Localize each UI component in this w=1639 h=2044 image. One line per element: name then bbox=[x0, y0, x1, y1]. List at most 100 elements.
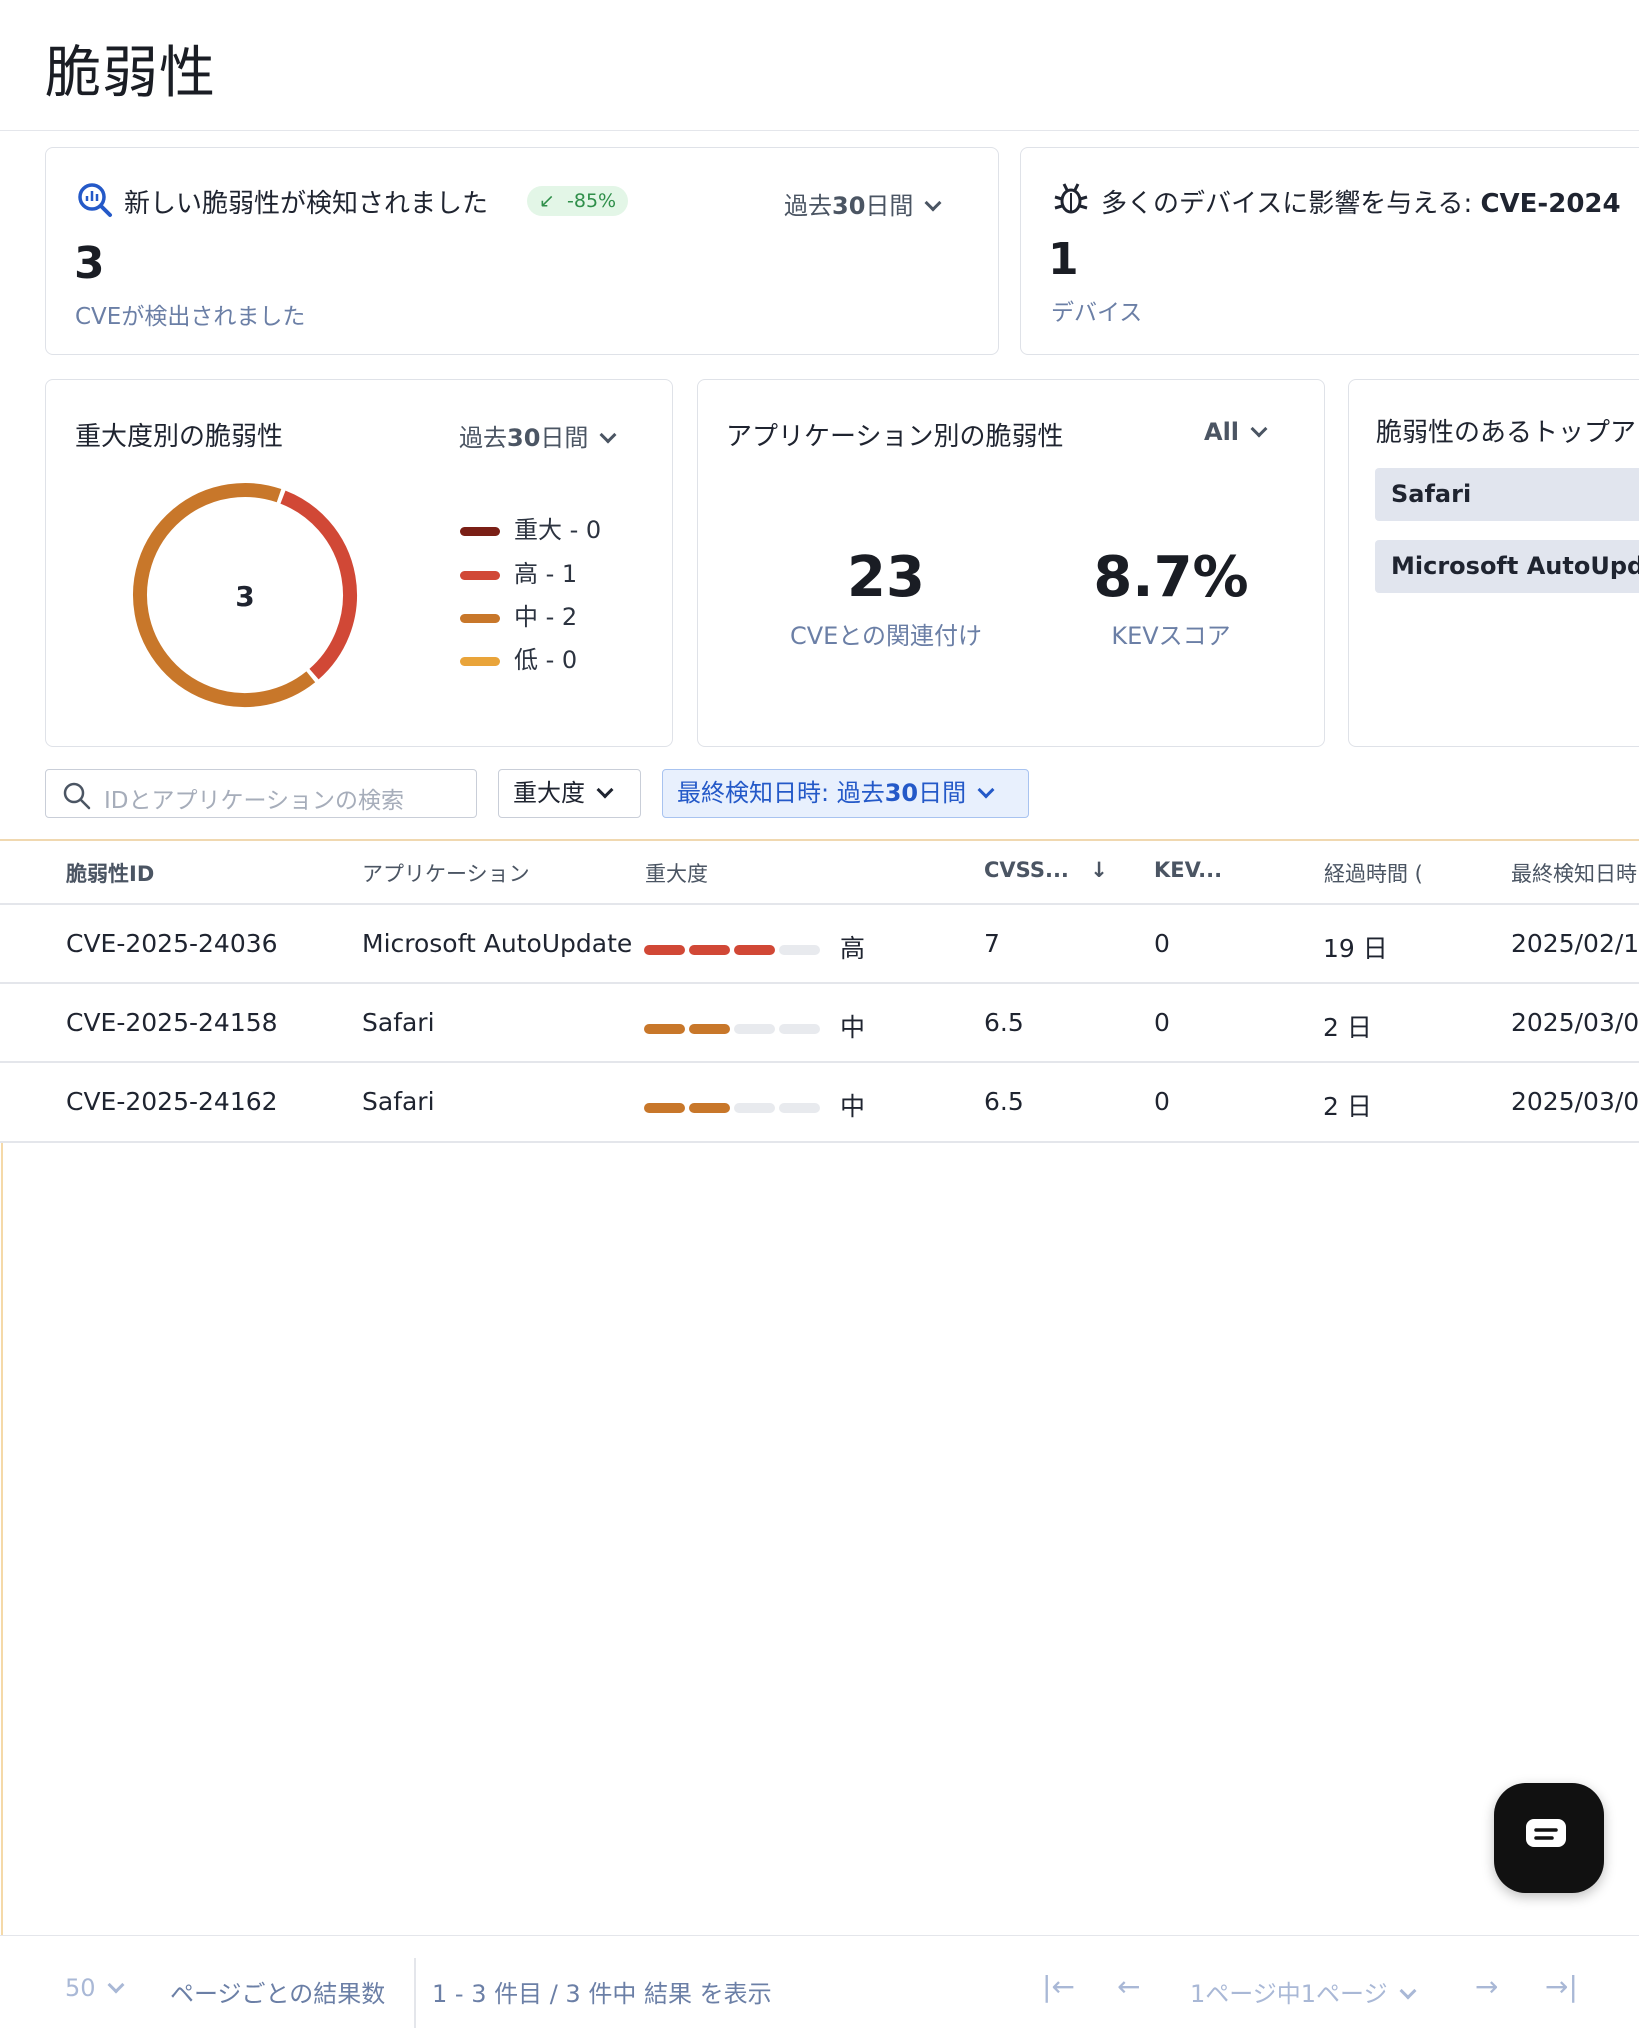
severity-label: 高 bbox=[839, 934, 865, 963]
chevron-down-icon bbox=[1250, 420, 1268, 438]
cell-app: Microsoft AutoUpdate bbox=[362, 929, 633, 958]
page-size-label: ページごとの結果数 bbox=[170, 1980, 386, 2008]
col-header-severity[interactable]: 重大度 bbox=[645, 858, 708, 888]
devices-title-prefix: 多くのデバイスに影響を与える: bbox=[1101, 189, 1481, 219]
chat-button[interactable] bbox=[1494, 1783, 1604, 1893]
period-prefix: 過去 bbox=[784, 192, 832, 220]
trend-down-icon: ↙ bbox=[539, 190, 555, 212]
cell-vuln-id[interactable]: CVE-2025-24158 bbox=[66, 1008, 278, 1037]
new-vulns-label: CVEが検出されました bbox=[75, 304, 306, 330]
app-filter-dropdown[interactable]: All bbox=[1204, 418, 1268, 446]
cell-last-detected: 2025/02/1 bbox=[1511, 929, 1639, 958]
severity-bar-segment bbox=[644, 1103, 685, 1113]
severity-filter-button[interactable]: 重大度 bbox=[498, 769, 641, 818]
kev-score-value: 8.7% bbox=[1093, 545, 1249, 610]
legend-swatch bbox=[460, 613, 500, 623]
last-detected-bold: 30 bbox=[884, 779, 919, 807]
legend-label: 重大 - 0 bbox=[514, 516, 602, 544]
app-filter-value: All bbox=[1204, 418, 1240, 446]
search-input[interactable]: IDとアプリケーションの検索 bbox=[45, 769, 477, 818]
col-header-cvss-label: CVSS... bbox=[984, 858, 1069, 882]
legend-label: 低 - 0 bbox=[514, 646, 578, 674]
cell-cvss: 6.5 bbox=[984, 1008, 1024, 1037]
legend-item-low: 低 - 0 bbox=[460, 640, 577, 675]
delta-badge: ↙ -85% bbox=[527, 186, 629, 216]
cell-kev: 0 bbox=[1154, 1087, 1170, 1116]
cell-vuln-id[interactable]: CVE-2025-24036 bbox=[66, 929, 278, 958]
new-vulns-title: 新しい脆弱性が検知されました bbox=[124, 189, 489, 219]
cell-severity: 中 bbox=[644, 1008, 865, 1044]
donut-slice-中 bbox=[133, 483, 316, 707]
severity-bar-segment bbox=[689, 1024, 730, 1034]
period-bold: 30 bbox=[507, 424, 541, 452]
severity-bar-segment bbox=[644, 945, 685, 955]
donut-slice-高 bbox=[280, 490, 357, 680]
page-title: 脆弱性 bbox=[45, 41, 216, 106]
page-select-dropdown[interactable]: 1ページ中1ページ bbox=[1190, 1974, 1417, 2009]
cell-elapsed: 19 日 bbox=[1323, 934, 1388, 963]
last-page-icon[interactable]: →| bbox=[1545, 1970, 1578, 2003]
col-header-cvss[interactable]: CVSS... ↓ bbox=[984, 858, 1108, 882]
first-page-icon[interactable]: |← bbox=[1042, 1970, 1075, 2003]
legend-item-high: 高 - 1 bbox=[460, 554, 577, 589]
col-header-app[interactable]: アプリケーション bbox=[362, 858, 530, 888]
period-suffix: 日間 bbox=[865, 192, 914, 220]
col-header-last-detected[interactable]: 最終検知日時 bbox=[1511, 858, 1637, 888]
cell-cvss: 7 bbox=[984, 929, 1000, 958]
severity-period-dropdown[interactable]: 過去30日間 bbox=[459, 418, 617, 453]
severity-bar-segment bbox=[734, 1024, 775, 1034]
legend-swatch bbox=[460, 526, 500, 536]
cve-associations-label: CVEとの関連付け bbox=[789, 622, 983, 650]
devices-title: 多くのデバイスに影響を与える: CVE-2024 bbox=[1101, 183, 1621, 220]
prev-page-icon[interactable]: ← bbox=[1117, 1970, 1140, 2003]
legend-item-medium: 中 - 2 bbox=[460, 597, 577, 632]
severity-bar-segment bbox=[779, 945, 820, 955]
col-header-kev[interactable]: KEV... bbox=[1154, 858, 1222, 882]
severity-bar-segment bbox=[779, 1103, 820, 1113]
app-vulns-title: アプリケーション別の脆弱性 bbox=[726, 422, 1064, 452]
chevron-down-icon bbox=[107, 1976, 125, 1994]
row-divider bbox=[0, 1141, 1639, 1143]
period-suffix: 日間 bbox=[540, 424, 589, 452]
chevron-down-icon bbox=[599, 426, 617, 444]
cell-kev: 0 bbox=[1154, 929, 1170, 958]
delta-value: -85% bbox=[567, 190, 617, 212]
chevron-down-icon bbox=[1399, 1982, 1417, 2000]
last-detected-filter-button[interactable]: 最終検知日時: 過去30日間 bbox=[662, 769, 1029, 818]
cell-last-detected: 2025/03/0 bbox=[1511, 1087, 1639, 1116]
cell-app: Safari bbox=[362, 1087, 435, 1116]
col-header-id[interactable]: 脆弱性ID bbox=[66, 858, 154, 888]
cell-severity: 高 bbox=[644, 929, 865, 965]
devices-value: 1 bbox=[1048, 234, 1079, 285]
footer-vertical-divider bbox=[414, 1958, 416, 2028]
col-header-elapsed[interactable]: 経過時間 ( bbox=[1324, 858, 1423, 888]
period-prefix: 過去 bbox=[459, 424, 507, 452]
cve-associations-value: 23 bbox=[847, 545, 925, 610]
sort-down-icon: ↓ bbox=[1090, 858, 1108, 882]
top-app-item[interactable]: Microsoft AutoUpdate bbox=[1375, 540, 1639, 593]
severity-label: 中 bbox=[839, 1092, 865, 1121]
legend-swatch bbox=[460, 570, 500, 580]
row-divider bbox=[0, 982, 1639, 984]
cell-kev: 0 bbox=[1154, 1008, 1170, 1037]
legend-label: 中 - 2 bbox=[514, 603, 578, 631]
last-detected-suffix: 日間 bbox=[918, 779, 967, 807]
kev-score-label: KEVスコア bbox=[1111, 622, 1231, 650]
last-detected-prefix: 最終検知日時: 過去 bbox=[677, 779, 885, 807]
severity-filter-label: 重大度 bbox=[513, 779, 585, 807]
page-size-dropdown[interactable]: 50 bbox=[65, 1974, 125, 2002]
cell-severity: 中 bbox=[644, 1087, 865, 1123]
cell-vuln-id[interactable]: CVE-2025-24162 bbox=[66, 1087, 278, 1116]
results-range: 1 - 3 件目 / 3 件中 結果 を表示 bbox=[432, 1980, 772, 2008]
next-page-icon[interactable]: → bbox=[1475, 1970, 1498, 2003]
legend-label: 高 - 1 bbox=[514, 560, 578, 588]
severity-bar-segment bbox=[734, 945, 775, 955]
severity-bar-segment bbox=[779, 1024, 820, 1034]
chevron-down-icon bbox=[977, 781, 995, 799]
search-icon bbox=[63, 782, 91, 810]
bug-icon bbox=[1054, 183, 1088, 214]
period-bold: 30 bbox=[832, 192, 866, 220]
top-app-item[interactable]: Safari bbox=[1375, 468, 1639, 521]
footer-divider bbox=[0, 1935, 1639, 1936]
new-vulns-period-dropdown[interactable]: 過去30日間 bbox=[784, 186, 942, 221]
